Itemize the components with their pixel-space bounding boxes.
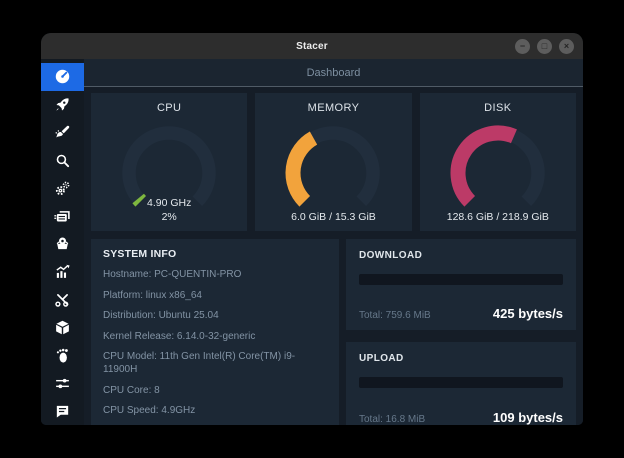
sidebar-item-search[interactable] [41, 147, 84, 175]
window-controls: − □ × [515, 33, 574, 59]
system-info-row-cpu-core: CPU Core: 8 [103, 384, 160, 396]
download-title: DOWNLOAD [359, 250, 423, 261]
system-info-row-cpu-model: CPU Model: 11th Gen Intel(R) Core(TM) i9… [103, 351, 296, 375]
system-info-rows: Hostname: PC-QUENTIN-PRO Platform: linux … [103, 268, 327, 417]
sidebar-item-system-cleaner[interactable] [41, 119, 84, 147]
stacer-window: Stacer − □ × Dashboard CPU 4.90 GHz 2% M… [41, 33, 583, 425]
sidebar-item-feedback[interactable] [41, 397, 84, 425]
memory-gauge-value: 6.0 GiB / 15.3 GiB [255, 210, 411, 224]
upload-card: UPLOAD Total: 16.8 MiB 109 bytes/s [346, 342, 576, 425]
chart-icon [56, 265, 70, 279]
sidebar-item-startup-apps[interactable] [41, 91, 84, 119]
minimize-button[interactable]: − [515, 38, 530, 54]
gauge-row: CPU 4.90 GHz 2% MEMORY 6.0 GiB / 15.3 GiB D… [91, 93, 576, 231]
sidebar-item-processes[interactable] [41, 202, 84, 230]
download-progress-bar [359, 274, 563, 285]
window-title: Stacer [296, 40, 328, 52]
cpu-gauge-title: CPU [156, 102, 182, 114]
sidebar-item-dashboard[interactable] [41, 63, 84, 91]
system-info-panel: SYSTEM INFO Hostname: PC-QUENTIN-PRO Plat… [91, 239, 339, 425]
main-area: Dashboard CPU 4.90 GHz 2% MEMORY 6.0 GiB /… [84, 59, 583, 425]
system-info-row-platform: Platform: linux x86_64 [103, 289, 202, 301]
cpu-gauge-value-line: 4.90 GHz [146, 196, 192, 209]
network-column: DOWNLOAD Total: 759.6 MiB 425 bytes/s UPLOA… [346, 239, 576, 425]
disk-gauge-title: DISK [484, 102, 512, 114]
memory-gauge-title: MEMORY [307, 102, 360, 114]
memory-gauge [286, 126, 381, 207]
rocket-icon [56, 98, 69, 111]
gnome-foot-icon [56, 348, 68, 363]
sliders-icon [56, 378, 69, 388]
processes-icon [54, 210, 70, 222]
cpu-gauge-value-line: 2% [161, 210, 177, 223]
sidebar-item-apt-repository-manager[interactable] [41, 314, 84, 342]
system-info-row-kernel-release: Kernel Release: 6.14.0-32-generic [103, 330, 256, 342]
memory-gauge-value-line: 6.0 GiB / 15.3 GiB [291, 210, 376, 223]
upload-title: UPLOAD [359, 353, 404, 365]
disk-gauge [450, 125, 545, 207]
tools-icon [55, 294, 69, 307]
search-icon [56, 154, 70, 168]
titlebar[interactable]: Stacer − □ × [41, 33, 583, 59]
sidebar-item-resources[interactable] [41, 258, 84, 286]
system-info-row-hostname: Hostname: PC-QUENTIN-PRO [103, 269, 242, 280]
bottom-row: SYSTEM INFO Hostname: PC-QUENTIN-PRO Plat… [91, 239, 576, 425]
sidebar-item-settings[interactable] [41, 369, 84, 397]
download-total: Total: 759.6 MiB [359, 310, 431, 322]
uninstaller-icon [56, 237, 69, 250]
page-title: Dashboard [306, 66, 361, 79]
memory-gauge-card: MEMORY 6.0 GiB / 15.3 GiB [255, 93, 412, 231]
dashboard-content: CPU 4.90 GHz 2% MEMORY 6.0 GiB / 15.3 GiB D… [84, 87, 583, 425]
package-icon [56, 320, 69, 335]
system-info-row-distribution: Distribution: Ubuntu 25.04 [103, 310, 219, 321]
gears-icon [55, 181, 70, 195]
disk-gauge-value-line: 128.6 GiB / 218.9 GiB [446, 210, 549, 223]
system-info-row-cpu-speed: CPU Speed: 4.9GHz [103, 405, 196, 416]
sidebar-item-helpers[interactable] [41, 286, 84, 314]
dashboard-icon [55, 70, 70, 84]
upload-progress-bar [359, 377, 563, 389]
cpu-gauge-card: CPU 4.90 GHz 2% [91, 93, 248, 231]
upload-speed: 109 bytes/s [492, 409, 563, 425]
upload-footer: Total: 16.8 MiB 109 bytes/s [359, 410, 563, 425]
upload-total: Total: 16.8 MiB [359, 413, 426, 425]
system-info-title: SYSTEM INFO [103, 248, 177, 260]
maximize-button[interactable]: □ [537, 38, 552, 54]
sidebar-item-gnome-settings[interactable] [41, 341, 84, 369]
download-speed: 425 bytes/s [492, 306, 563, 322]
chat-icon [56, 405, 69, 418]
close-button[interactable]: × [559, 38, 574, 54]
page-header: Dashboard [84, 59, 583, 87]
sidebar-item-uninstaller[interactable] [41, 230, 84, 258]
brush-icon [55, 125, 70, 138]
disk-gauge-card: DISK 128.6 GiB / 218.9 GiB [419, 93, 576, 231]
window-body: Dashboard CPU 4.90 GHz 2% MEMORY 6.0 GiB /… [41, 59, 583, 425]
cpu-gauge-value: 4.90 GHz 2% [91, 196, 247, 224]
download-footer: Total: 759.6 MiB 425 bytes/s [359, 306, 563, 321]
sidebar-item-services[interactable] [41, 174, 84, 202]
disk-gauge-value: 128.6 GiB / 218.9 GiB [420, 210, 576, 224]
download-card: DOWNLOAD Total: 759.6 MiB 425 bytes/s [346, 239, 576, 331]
sidebar [41, 59, 84, 425]
